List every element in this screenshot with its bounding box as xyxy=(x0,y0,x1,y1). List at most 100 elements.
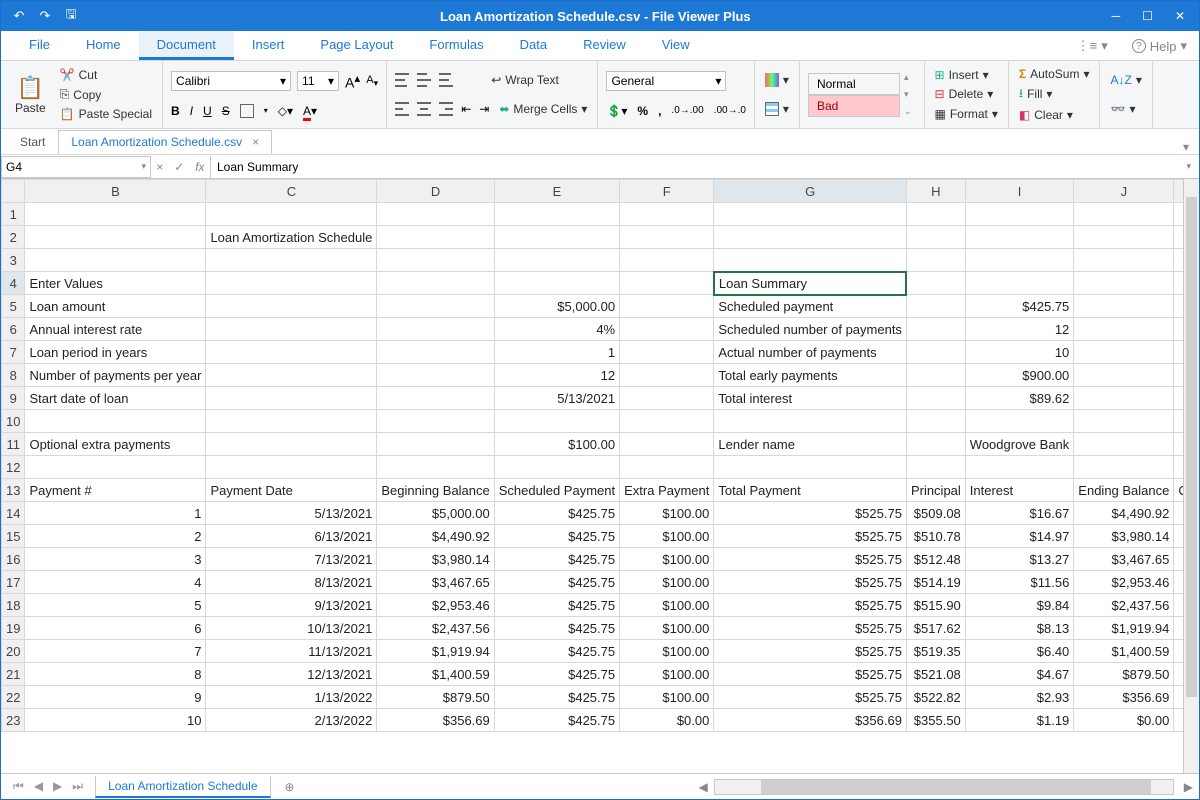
clear-button[interactable]: ◧Clear▾ xyxy=(1017,107,1092,123)
cell[interactable]: $521.08 xyxy=(906,663,965,686)
formula-display[interactable]: Loan Summary xyxy=(211,160,1178,174)
row-header-17[interactable]: 17 xyxy=(2,571,25,594)
row-header-5[interactable]: 5 xyxy=(2,295,25,318)
cell[interactable] xyxy=(620,387,714,410)
indent-decrease-icon[interactable]: ⇤ xyxy=(461,102,471,116)
cell[interactable]: $525.75 xyxy=(714,502,907,525)
cell[interactable]: $1.19 xyxy=(965,709,1074,732)
menu-page-layout[interactable]: Page Layout xyxy=(302,31,411,60)
cell[interactable]: Lender name xyxy=(714,433,907,456)
cell[interactable] xyxy=(714,203,907,226)
delete-cells-button[interactable]: ⊟Delete▾ xyxy=(933,86,1000,102)
cell[interactable]: $525.75 xyxy=(714,617,907,640)
font-increase-icon[interactable]: A▴ xyxy=(345,71,360,91)
cell[interactable] xyxy=(377,387,494,410)
find-button[interactable]: 👓▾ xyxy=(1108,101,1143,117)
col-header-D[interactable]: D xyxy=(377,180,494,203)
cell[interactable]: Annual interest rate xyxy=(25,318,206,341)
cell[interactable]: 10 xyxy=(965,341,1074,364)
row-header-23[interactable]: 23 xyxy=(2,709,25,732)
cell[interactable] xyxy=(1074,341,1174,364)
cell[interactable] xyxy=(620,341,714,364)
cell[interactable] xyxy=(965,456,1074,479)
menu-help[interactable]: ?Help ▾ xyxy=(1120,32,1199,60)
cell[interactable] xyxy=(1074,410,1174,433)
cell[interactable]: 12/13/2021 xyxy=(206,663,377,686)
cell[interactable]: $425.75 xyxy=(494,571,619,594)
cell[interactable] xyxy=(906,249,965,272)
cell[interactable] xyxy=(620,226,714,249)
cell[interactable] xyxy=(1074,387,1174,410)
cell[interactable]: $4,490.92 xyxy=(377,525,494,548)
cell[interactable] xyxy=(25,249,206,272)
cell[interactable]: 1 xyxy=(25,502,206,525)
col-header-C[interactable]: C xyxy=(206,180,377,203)
file-tab-start[interactable]: Start xyxy=(7,130,58,154)
row-header-12[interactable]: 12 xyxy=(2,456,25,479)
sheet-last-icon[interactable]: ⏭ xyxy=(72,779,83,794)
cell[interactable]: 1 xyxy=(494,341,619,364)
cell[interactable]: $425.75 xyxy=(494,617,619,640)
row-header-11[interactable]: 11 xyxy=(2,433,25,456)
row-header-10[interactable]: 10 xyxy=(2,410,25,433)
font-decrease-icon[interactable]: A▾ xyxy=(366,74,378,89)
cell[interactable] xyxy=(965,203,1074,226)
cell[interactable] xyxy=(714,456,907,479)
cell[interactable] xyxy=(1074,249,1174,272)
row-header-8[interactable]: 8 xyxy=(2,364,25,387)
cell[interactable]: $1,400.59 xyxy=(377,663,494,686)
cell[interactable]: $2.93 xyxy=(965,686,1074,709)
cell[interactable]: $14.97 xyxy=(965,525,1074,548)
cell[interactable] xyxy=(1074,272,1174,295)
align-left-icon[interactable] xyxy=(395,101,409,117)
cell[interactable]: $0.00 xyxy=(620,709,714,732)
menu-formulas[interactable]: Formulas xyxy=(411,31,501,60)
horizontal-scrollbar[interactable] xyxy=(714,779,1174,795)
cell[interactable]: 2 xyxy=(25,525,206,548)
cell[interactable] xyxy=(25,410,206,433)
cell[interactable]: 10/13/2021 xyxy=(206,617,377,640)
cell[interactable]: $100.00 xyxy=(620,548,714,571)
cell[interactable] xyxy=(377,456,494,479)
cell[interactable]: 5 xyxy=(25,594,206,617)
cell[interactable]: $100.00 xyxy=(620,617,714,640)
cell[interactable]: 8/13/2021 xyxy=(206,571,377,594)
cell[interactable]: 1/13/2022 xyxy=(206,686,377,709)
cell[interactable] xyxy=(206,318,377,341)
cell[interactable]: Payment # xyxy=(25,479,206,502)
cell[interactable] xyxy=(377,295,494,318)
cell[interactable] xyxy=(377,203,494,226)
cell[interactable]: $525.75 xyxy=(714,525,907,548)
cell[interactable] xyxy=(377,226,494,249)
cell[interactable] xyxy=(377,410,494,433)
cell[interactable]: $100.00 xyxy=(494,433,619,456)
cell[interactable] xyxy=(206,295,377,318)
cell[interactable]: $16.67 xyxy=(965,502,1074,525)
menu-review[interactable]: Review xyxy=(565,31,644,60)
ribbon-collapse-icon[interactable]: ▾ xyxy=(1173,140,1199,154)
cell[interactable]: 12 xyxy=(494,364,619,387)
autosum-button[interactable]: ΣAutoSum▾ xyxy=(1017,66,1092,82)
cell[interactable]: $1,400.59 xyxy=(1074,640,1174,663)
cell[interactable]: Total early payments xyxy=(714,364,907,387)
cell[interactable]: $425.75 xyxy=(494,640,619,663)
cell[interactable] xyxy=(1074,318,1174,341)
cell[interactable]: 4% xyxy=(494,318,619,341)
cell[interactable]: $100.00 xyxy=(620,686,714,709)
sheet-first-icon[interactable]: ⏮ xyxy=(13,779,24,794)
cell[interactable]: $0.00 xyxy=(1074,709,1174,732)
cell[interactable] xyxy=(1074,433,1174,456)
cell[interactable] xyxy=(494,203,619,226)
sheet-next-icon[interactable]: ▶ xyxy=(53,779,62,794)
cell[interactable]: $100.00 xyxy=(620,663,714,686)
cell[interactable]: $3,980.14 xyxy=(377,548,494,571)
maximize-icon[interactable]: ☐ xyxy=(1142,9,1153,23)
cell[interactable]: $2,953.46 xyxy=(1074,571,1174,594)
cell[interactable] xyxy=(906,456,965,479)
styles-more-icon[interactable]: ⌄ xyxy=(904,106,912,117)
cell[interactable]: $525.75 xyxy=(714,548,907,571)
name-box[interactable]: G4▾ xyxy=(1,156,151,178)
hscroll-right-icon[interactable]: ▶ xyxy=(1178,780,1199,794)
align-right-icon[interactable] xyxy=(439,101,453,117)
cell[interactable]: 11/13/2021 xyxy=(206,640,377,663)
